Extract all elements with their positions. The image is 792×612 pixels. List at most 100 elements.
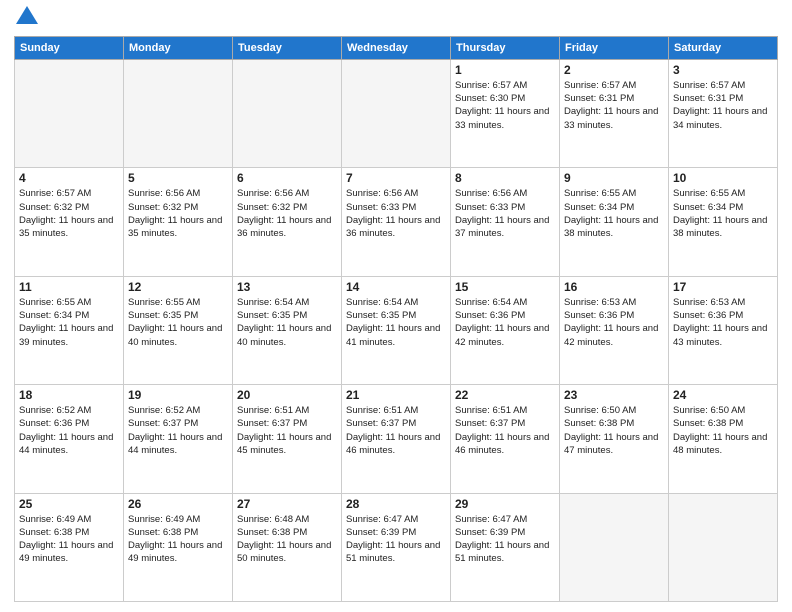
day-number: 20 <box>237 388 337 402</box>
day-info: Sunrise: 6:54 AMSunset: 6:35 PMDaylight:… <box>346 296 446 349</box>
day-number: 2 <box>564 63 664 77</box>
calendar-cell: 14 Sunrise: 6:54 AMSunset: 6:35 PMDayligh… <box>342 276 451 384</box>
calendar-cell: 13 Sunrise: 6:54 AMSunset: 6:35 PMDayligh… <box>233 276 342 384</box>
day-info: Sunrise: 6:52 AMSunset: 6:37 PMDaylight:… <box>128 404 228 457</box>
calendar-cell: 29 Sunrise: 6:47 AMSunset: 6:39 PMDayligh… <box>451 493 560 601</box>
day-number: 7 <box>346 171 446 185</box>
calendar-cell: 16Sunrise: 6:53 AMSunset: 6:36 PMDayligh… <box>560 276 669 384</box>
calendar-cell: 15 Sunrise: 6:54 AMSunset: 6:36 PMDayligh… <box>451 276 560 384</box>
day-info: Sunrise: 6:51 AMSunset: 6:37 PMDaylight:… <box>237 404 337 457</box>
calendar-cell: 10 Sunrise: 6:55 AMSunset: 6:34 PMDayligh… <box>669 168 778 276</box>
calendar-cell: 5 Sunrise: 6:56 AMSunset: 6:32 PMDaylight… <box>124 168 233 276</box>
page: SundayMondayTuesdayWednesdayThursdayFrid… <box>0 0 792 612</box>
day-info: Sunrise: 6:52 AMSunset: 6:36 PMDaylight:… <box>19 404 119 457</box>
day-number: 19 <box>128 388 228 402</box>
calendar-cell <box>124 59 233 167</box>
day-number: 26 <box>128 497 228 511</box>
logo <box>14 10 38 30</box>
calendar-day-header: Tuesday <box>233 36 342 59</box>
calendar-cell: 23Sunrise: 6:50 AMSunset: 6:38 PMDayligh… <box>560 385 669 493</box>
calendar-day-header: Wednesday <box>342 36 451 59</box>
day-info: Sunrise: 6:54 AMSunset: 6:35 PMDaylight:… <box>237 296 337 349</box>
day-info: Sunrise: 6:57 AMSunset: 6:31 PMDaylight:… <box>564 79 664 132</box>
calendar-week-row: 11 Sunrise: 6:55 AMSunset: 6:34 PMDayligh… <box>15 276 778 384</box>
day-number: 6 <box>237 171 337 185</box>
calendar-cell: 28 Sunrise: 6:47 AMSunset: 6:39 PMDayligh… <box>342 493 451 601</box>
calendar-cell: 21 Sunrise: 6:51 AMSunset: 6:37 PMDayligh… <box>342 385 451 493</box>
calendar-cell: 6 Sunrise: 6:56 AMSunset: 6:32 PMDaylight… <box>233 168 342 276</box>
calendar-cell: 19 Sunrise: 6:52 AMSunset: 6:37 PMDayligh… <box>124 385 233 493</box>
day-number: 22 <box>455 388 555 402</box>
day-info: Sunrise: 6:50 AMSunset: 6:38 PMDaylight:… <box>564 404 664 457</box>
day-number: 15 <box>455 280 555 294</box>
logo-icon <box>16 6 38 24</box>
calendar-week-row: 1Sunrise: 6:57 AMSunset: 6:30 PMDaylight… <box>15 59 778 167</box>
day-info: Sunrise: 6:53 AMSunset: 6:36 PMDaylight:… <box>564 296 664 349</box>
calendar-cell: 12 Sunrise: 6:55 AMSunset: 6:35 PMDayligh… <box>124 276 233 384</box>
day-info: Sunrise: 6:56 AMSunset: 6:33 PMDaylight:… <box>455 187 555 240</box>
calendar-cell <box>669 493 778 601</box>
day-info: Sunrise: 6:55 AMSunset: 6:35 PMDaylight:… <box>128 296 228 349</box>
day-number: 28 <box>346 497 446 511</box>
day-number: 17 <box>673 280 773 294</box>
calendar-cell: 7 Sunrise: 6:56 AMSunset: 6:33 PMDaylight… <box>342 168 451 276</box>
day-info: Sunrise: 6:55 AMSunset: 6:34 PMDaylight:… <box>673 187 773 240</box>
day-number: 25 <box>19 497 119 511</box>
day-info: Sunrise: 6:53 AMSunset: 6:36 PMDaylight:… <box>673 296 773 349</box>
calendar-cell: 1Sunrise: 6:57 AMSunset: 6:30 PMDaylight… <box>451 59 560 167</box>
calendar-cell: 27 Sunrise: 6:48 AMSunset: 6:38 PMDayligh… <box>233 493 342 601</box>
calendar-cell: 3 Sunrise: 6:57 AMSunset: 6:31 PMDaylight… <box>669 59 778 167</box>
day-number: 5 <box>128 171 228 185</box>
day-info: Sunrise: 6:56 AMSunset: 6:32 PMDaylight:… <box>128 187 228 240</box>
day-number: 13 <box>237 280 337 294</box>
day-number: 12 <box>128 280 228 294</box>
day-info: Sunrise: 6:48 AMSunset: 6:38 PMDaylight:… <box>237 513 337 566</box>
calendar-table: SundayMondayTuesdayWednesdayThursdayFrid… <box>14 36 778 602</box>
day-number: 4 <box>19 171 119 185</box>
day-number: 29 <box>455 497 555 511</box>
calendar-week-row: 4 Sunrise: 6:57 AMSunset: 6:32 PMDaylight… <box>15 168 778 276</box>
calendar-cell: 22 Sunrise: 6:51 AMSunset: 6:37 PMDayligh… <box>451 385 560 493</box>
calendar-cell: 20 Sunrise: 6:51 AMSunset: 6:37 PMDayligh… <box>233 385 342 493</box>
header <box>14 10 778 30</box>
day-number: 11 <box>19 280 119 294</box>
day-number: 27 <box>237 497 337 511</box>
calendar-cell <box>560 493 669 601</box>
day-info: Sunrise: 6:51 AMSunset: 6:37 PMDaylight:… <box>455 404 555 457</box>
calendar-cell <box>233 59 342 167</box>
day-info: Sunrise: 6:56 AMSunset: 6:33 PMDaylight:… <box>346 187 446 240</box>
calendar-day-header: Thursday <box>451 36 560 59</box>
day-info: Sunrise: 6:55 AMSunset: 6:34 PMDaylight:… <box>19 296 119 349</box>
day-info: Sunrise: 6:50 AMSunset: 6:38 PMDaylight:… <box>673 404 773 457</box>
calendar-cell: 9Sunrise: 6:55 AMSunset: 6:34 PMDaylight… <box>560 168 669 276</box>
calendar-day-header: Monday <box>124 36 233 59</box>
calendar-cell: 4 Sunrise: 6:57 AMSunset: 6:32 PMDaylight… <box>15 168 124 276</box>
day-info: Sunrise: 6:57 AMSunset: 6:31 PMDaylight:… <box>673 79 773 132</box>
day-number: 18 <box>19 388 119 402</box>
day-info: Sunrise: 6:57 AMSunset: 6:32 PMDaylight:… <box>19 187 119 240</box>
day-info: Sunrise: 6:47 AMSunset: 6:39 PMDaylight:… <box>455 513 555 566</box>
calendar-cell <box>15 59 124 167</box>
calendar-day-header: Friday <box>560 36 669 59</box>
day-info: Sunrise: 6:47 AMSunset: 6:39 PMDaylight:… <box>346 513 446 566</box>
day-info: Sunrise: 6:49 AMSunset: 6:38 PMDaylight:… <box>19 513 119 566</box>
calendar-cell: 2 Sunrise: 6:57 AMSunset: 6:31 PMDaylight… <box>560 59 669 167</box>
calendar-cell: 8Sunrise: 6:56 AMSunset: 6:33 PMDaylight… <box>451 168 560 276</box>
day-info: Sunrise: 6:54 AMSunset: 6:36 PMDaylight:… <box>455 296 555 349</box>
calendar-cell: 25 Sunrise: 6:49 AMSunset: 6:38 PMDayligh… <box>15 493 124 601</box>
day-number: 10 <box>673 171 773 185</box>
calendar-week-row: 25 Sunrise: 6:49 AMSunset: 6:38 PMDayligh… <box>15 493 778 601</box>
calendar-cell: 18 Sunrise: 6:52 AMSunset: 6:36 PMDayligh… <box>15 385 124 493</box>
day-number: 21 <box>346 388 446 402</box>
calendar-day-header: Sunday <box>15 36 124 59</box>
day-info: Sunrise: 6:51 AMSunset: 6:37 PMDaylight:… <box>346 404 446 457</box>
calendar-day-header: Saturday <box>669 36 778 59</box>
calendar-header-row: SundayMondayTuesdayWednesdayThursdayFrid… <box>15 36 778 59</box>
calendar-cell: 26Sunrise: 6:49 AMSunset: 6:38 PMDayligh… <box>124 493 233 601</box>
day-number: 3 <box>673 63 773 77</box>
calendar-cell: 24 Sunrise: 6:50 AMSunset: 6:38 PMDayligh… <box>669 385 778 493</box>
day-info: Sunrise: 6:56 AMSunset: 6:32 PMDaylight:… <box>237 187 337 240</box>
day-number: 24 <box>673 388 773 402</box>
day-number: 14 <box>346 280 446 294</box>
day-number: 9 <box>564 171 664 185</box>
